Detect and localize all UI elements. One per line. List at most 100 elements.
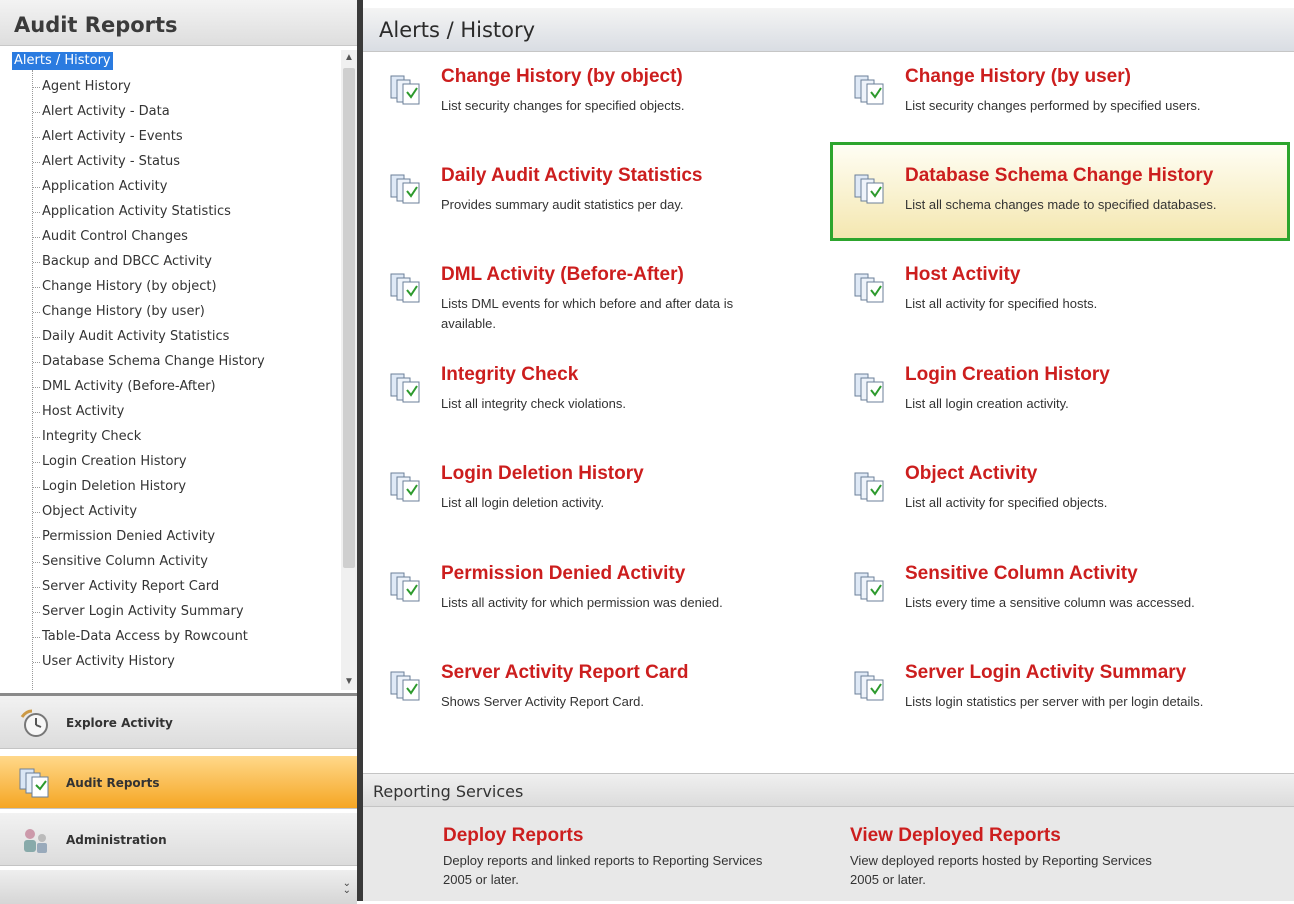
tree-item[interactable]: Agent History [33,77,131,97]
nav-label: Administration [66,833,167,847]
report-description: List security changes for specified obje… [441,98,685,113]
reports-icon [19,768,49,798]
left-panel-title: Audit Reports [0,0,357,46]
nav-label: Explore Activity [66,716,173,730]
report-icon [854,273,884,303]
tree-item[interactable]: Alert Activity - Events [33,127,183,147]
nav-overflow-bar[interactable]: ⌄ ⌄ [0,870,357,904]
tree-item[interactable]: Object Activity [33,502,137,522]
report-title[interactable]: Change History (by user) [905,66,1131,88]
report-description: Provides summary audit statistics per da… [441,197,684,212]
scroll-up-icon[interactable]: ▲ [341,50,357,66]
report-description: List all schema changes made to specifie… [905,197,1217,212]
report-icon [390,174,420,204]
tree-scrollbar[interactable]: ▲ ▼ [341,50,357,690]
nav-label: Audit Reports [66,776,160,790]
clock-icon [20,709,48,737]
left-panel: Audit Reports Alerts / History Agent His… [0,0,363,904]
report-dml-activity[interactable]: DML Activity (Before-After) Lists DML ev… [389,264,819,344]
reporting-services-panel: Deploy Reports Deploy reports and linked… [363,807,1294,901]
chevron-down-icon[interactable]: ⌄ ⌄ [343,879,351,896]
report-sensitive-column-activity[interactable]: Sensitive Column Activity Lists every ti… [853,563,1283,643]
nav-audit-reports[interactable]: Audit Reports [0,756,357,809]
tree-item[interactable]: Table-Data Access by Rowcount [33,627,248,647]
tree-item[interactable]: Server Activity Report Card [33,577,219,597]
report-change-history-user[interactable]: Change History (by user) List security c… [853,66,1283,146]
report-login-deletion-history[interactable]: Login Deletion History List all login de… [389,463,819,543]
report-title[interactable]: DML Activity (Before-After) [441,264,684,286]
main-panel: Alerts / History Change History (by obje… [363,0,1294,901]
report-title[interactable]: Integrity Check [441,364,578,386]
report-server-login-activity-summary[interactable]: Server Login Activity Summary Lists logi… [853,662,1283,742]
tree-item[interactable]: Change History (by object) [33,277,217,297]
tree-item[interactable]: Backup and DBCC Activity [33,252,212,272]
report-icon [390,472,420,502]
report-title[interactable]: Host Activity [905,264,1020,286]
tree-item[interactable]: Permission Denied Activity [33,527,215,547]
report-daily-audit-activity[interactable]: Daily Audit Activity Statistics Provides… [389,165,819,245]
report-title[interactable]: Login Deletion History [441,463,644,485]
tree-item[interactable]: Database Schema Change History [33,352,265,372]
report-icon [390,572,420,602]
report-title[interactable]: Sensitive Column Activity [905,563,1138,585]
report-description: List all login deletion activity. [441,495,605,510]
report-permission-denied-activity[interactable]: Permission Denied Activity Lists all act… [389,563,819,643]
report-description: Lists every time a sensitive column was … [905,595,1195,610]
rs-item-title[interactable]: View Deployed Reports [850,825,1180,847]
report-description: Shows Server Activity Report Card. [441,694,645,709]
navigation-buttons: Explore Activity Audit Reports Administr… [0,693,357,904]
report-icon [854,373,884,403]
tree-item[interactable]: Application Activity [33,177,167,197]
tree-item[interactable]: DML Activity (Before-After) [33,377,216,397]
tree-item[interactable]: Alert Activity - Data [33,102,170,122]
deploy-reports-link[interactable]: Deploy Reports Deploy reports and linked… [443,825,773,889]
scroll-down-icon[interactable]: ▼ [341,674,357,690]
report-title[interactable]: Login Creation History [905,364,1110,386]
report-title[interactable]: Object Activity [905,463,1037,485]
nav-explore-activity[interactable]: Explore Activity [0,696,357,749]
page-title: Alerts / History [363,8,1294,52]
nav-administration[interactable]: Administration [0,813,357,866]
report-icon [854,75,884,105]
rs-item-description: View deployed reports hosted by Reportin… [850,853,1152,887]
report-icon [390,75,420,105]
report-title[interactable]: Permission Denied Activity [441,563,685,585]
scroll-thumb[interactable] [343,68,355,568]
report-icon [854,174,884,204]
report-login-creation-history[interactable]: Login Creation History List all login cr… [853,364,1283,444]
tree-item[interactable]: Integrity Check [33,427,141,447]
rs-item-title[interactable]: Deploy Reports [443,825,773,847]
report-host-activity[interactable]: Host Activity List all activity for spec… [853,264,1283,344]
report-icon [390,273,420,303]
tree-item[interactable]: Application Activity Statistics [33,202,231,222]
tree-item[interactable]: Change History (by user) [33,302,205,322]
tree-item[interactable]: Server Login Activity Summary [33,602,244,622]
report-description: Lists all activity for which permission … [441,595,723,610]
tree-item[interactable]: Host Activity [33,402,124,422]
tree-item[interactable]: Audit Control Changes [33,227,188,247]
tree-item[interactable]: Daily Audit Activity Statistics [33,327,229,347]
report-title[interactable]: Server Login Activity Summary [905,662,1186,684]
report-change-history-object[interactable]: Change History (by object) List security… [389,66,819,146]
report-description: List all activity for specified objects. [905,495,1108,510]
report-icon [854,572,884,602]
report-title[interactable]: Change History (by object) [441,66,683,88]
report-server-activity-report-card[interactable]: Server Activity Report Card Shows Server… [389,662,819,742]
tree-item[interactable]: Sensitive Column Activity [33,552,208,572]
report-object-activity[interactable]: Object Activity List all activity for sp… [853,463,1283,543]
report-icon [854,671,884,701]
tree-root-alerts-history[interactable]: Alerts / History [12,52,113,70]
report-title[interactable]: Daily Audit Activity Statistics [441,165,703,187]
report-integrity-check[interactable]: Integrity Check List all integrity check… [389,364,819,444]
admin-icon [24,829,47,853]
tree-item[interactable]: Alert Activity - Status [33,152,180,172]
view-deployed-reports-link[interactable]: View Deployed Reports View deployed repo… [850,825,1180,889]
report-database-schema-change-history[interactable]: Database Schema Change History List all … [830,142,1290,241]
report-description: List all login creation activity. [905,396,1069,411]
tree-item[interactable]: User Activity History [33,652,175,672]
tree-item[interactable]: Login Deletion History [33,477,186,497]
tree-item[interactable]: Login Creation History [33,452,187,472]
report-title[interactable]: Database Schema Change History [905,165,1213,187]
report-title[interactable]: Server Activity Report Card [441,662,688,684]
report-icon [854,472,884,502]
